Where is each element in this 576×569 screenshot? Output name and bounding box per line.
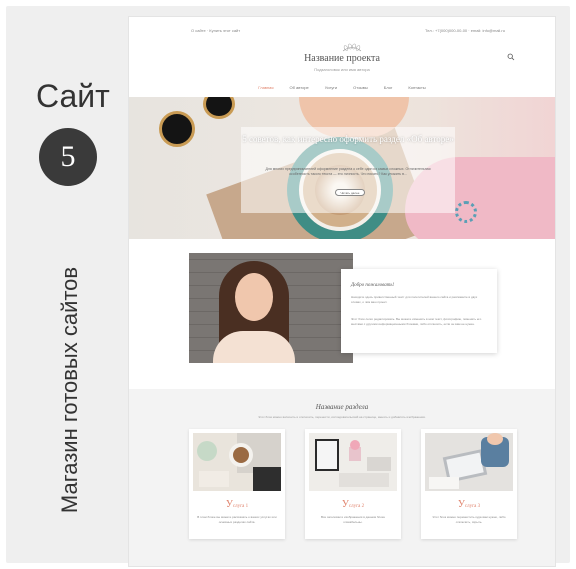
- service-title-2-cap: У: [341, 499, 349, 510]
- service-title-2[interactable]: Услуга 2: [305, 499, 401, 510]
- service-title-3-cap: У: [457, 499, 465, 510]
- hero-text: Для многих предпринимателей оформление р…: [265, 167, 431, 176]
- service-title-3[interactable]: Услуга 3: [421, 499, 517, 510]
- photo-face: [235, 273, 273, 321]
- laptop-image: [425, 433, 513, 491]
- hero-banner: 5 советов, как интересно оформить раздел…: [129, 97, 555, 239]
- shop-vertical-label: Магазин готовых сайтов: [57, 266, 82, 514]
- welcome-card: Добро пожаловать! Находите здесь приветс…: [341, 269, 497, 353]
- coffee-flatlay-image: [193, 433, 281, 491]
- service-title-3-rest: слуга 3: [464, 504, 481, 509]
- section-subtitle: Этот блок можно включить и отключить, пе…: [258, 415, 426, 419]
- number-badge: 5: [39, 128, 97, 186]
- service-title-1[interactable]: Услуга 1: [189, 499, 285, 510]
- service-card-2[interactable]: Услуга 2 Все заголовки и изображения в д…: [305, 429, 401, 539]
- topbar-contacts: Тел.: +7(000)000-00-00 · email: info@mai…: [425, 28, 505, 33]
- site-name[interactable]: Название проекта: [129, 53, 555, 64]
- main-nav: Главная Об авторе Услуги Отзывы Блог Кон…: [129, 85, 555, 90]
- service-image-3[interactable]: [425, 433, 513, 491]
- service-title-2-rest: слуга 2: [348, 504, 365, 509]
- site-preview: О сайте · Купить этот сайт Тел.: +7(000)…: [128, 16, 556, 567]
- nav-item-blog[interactable]: Блог: [384, 85, 393, 90]
- service-card-3[interactable]: Услуга 3 Этот блок можно переместить куд…: [421, 429, 517, 539]
- welcome-section: Добро пожаловать! Находите здесь приветс…: [129, 239, 555, 389]
- nav-item-home[interactable]: Главная: [258, 85, 273, 90]
- bracelet-image: [455, 201, 477, 223]
- site-topbar: О сайте · Купить этот сайт Тел.: +7(000)…: [129, 17, 555, 39]
- service-title-1-rest: слуга 1: [232, 504, 249, 509]
- read-more-button[interactable]: Читать далее: [335, 189, 365, 196]
- service-image-2[interactable]: [309, 433, 397, 491]
- services-section: Название раздела Этот блок можно включит…: [129, 389, 555, 566]
- nav-item-about[interactable]: Об авторе: [290, 85, 309, 90]
- service-title-1-cap: У: [225, 499, 233, 510]
- leaf-logo-icon: [342, 43, 362, 52]
- nav-item-services[interactable]: Услуги: [325, 85, 337, 90]
- topbar-left-links[interactable]: О сайте · Купить этот сайт: [191, 28, 240, 33]
- site-subtitle: Подзаголовок или имя автора: [314, 67, 370, 72]
- nav-item-contacts[interactable]: Контакты: [408, 85, 425, 90]
- hero-title[interactable]: 5 советов, как интересно оформить раздел…: [241, 133, 455, 145]
- side-title: Сайт: [36, 78, 110, 114]
- section-title: Название раздела: [315, 403, 369, 411]
- search-icon[interactable]: [507, 53, 515, 61]
- welcome-text-2: Этот блок легко редактировать. Вы можете…: [351, 317, 482, 326]
- welcome-title: Добро пожаловать!: [351, 283, 395, 288]
- service-desc-1: В этом блоке вы можете рассказать о ваши…: [197, 515, 277, 524]
- photo-body: [213, 331, 295, 363]
- service-card-1[interactable]: Услуга 1 В этом блоке вы можете рассказа…: [189, 429, 285, 539]
- author-photo: [189, 253, 353, 363]
- nav-item-reviews[interactable]: Отзывы: [353, 85, 368, 90]
- workspace-image: [309, 433, 397, 491]
- sunglasses-right-image: [203, 97, 235, 119]
- sunglasses-left-image: [159, 111, 195, 147]
- welcome-text-1: Находите здесь приветственный текст для …: [351, 295, 478, 304]
- service-desc-3: Этот блок можно переместить куда вам нуж…: [432, 515, 506, 524]
- service-image-1[interactable]: [193, 433, 281, 491]
- service-desc-2: Все заголовки и изображения в данном бло…: [320, 515, 386, 524]
